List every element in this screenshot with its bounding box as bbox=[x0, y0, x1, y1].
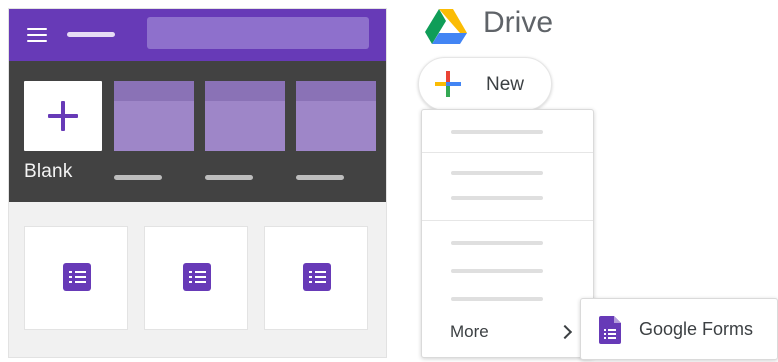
new-button-label: New bbox=[486, 74, 525, 95]
menu-item[interactable] bbox=[451, 297, 543, 301]
multicolor-plus-icon bbox=[435, 71, 461, 97]
template-card[interactable] bbox=[296, 81, 376, 151]
recent-form-card[interactable] bbox=[264, 226, 368, 330]
recent-form-card[interactable] bbox=[24, 226, 128, 330]
template-caption bbox=[296, 175, 344, 180]
more-submenu: Google Forms bbox=[580, 298, 778, 360]
template-gallery: Blank bbox=[9, 61, 386, 202]
forms-home-panel: Blank bbox=[8, 8, 387, 358]
menu-item[interactable] bbox=[451, 130, 543, 134]
menu-divider bbox=[422, 152, 593, 153]
hamburger-icon[interactable] bbox=[27, 28, 47, 42]
new-button[interactable]: New bbox=[418, 57, 552, 111]
search-bar[interactable] bbox=[147, 17, 369, 49]
more-label: More bbox=[450, 322, 489, 341]
form-icon bbox=[63, 263, 91, 291]
drive-title: Drive bbox=[483, 6, 554, 39]
template-card[interactable] bbox=[205, 81, 285, 151]
more-menu-item[interactable]: More bbox=[422, 315, 593, 355]
form-icon bbox=[183, 263, 211, 291]
menu-item[interactable] bbox=[451, 171, 543, 175]
template-caption bbox=[205, 175, 253, 180]
recent-form-card[interactable] bbox=[144, 226, 248, 330]
form-icon bbox=[303, 263, 331, 291]
forms-doc-icon bbox=[599, 316, 621, 344]
drive-logo-icon bbox=[425, 8, 467, 44]
template-card[interactable] bbox=[114, 81, 194, 151]
blank-form-card[interactable] bbox=[24, 81, 102, 151]
menu-item[interactable] bbox=[451, 241, 543, 245]
google-forms-menu-item[interactable]: Google Forms bbox=[639, 319, 753, 340]
plus-icon bbox=[48, 101, 78, 131]
chevron-right-icon bbox=[557, 324, 573, 340]
forms-header bbox=[9, 9, 386, 61]
menu-item[interactable] bbox=[451, 196, 543, 200]
menu-item[interactable] bbox=[451, 269, 543, 273]
template-caption bbox=[114, 175, 162, 180]
app-title-placeholder bbox=[67, 32, 115, 37]
blank-label: Blank bbox=[24, 161, 73, 182]
new-menu: More bbox=[421, 109, 594, 358]
menu-divider bbox=[422, 220, 593, 221]
